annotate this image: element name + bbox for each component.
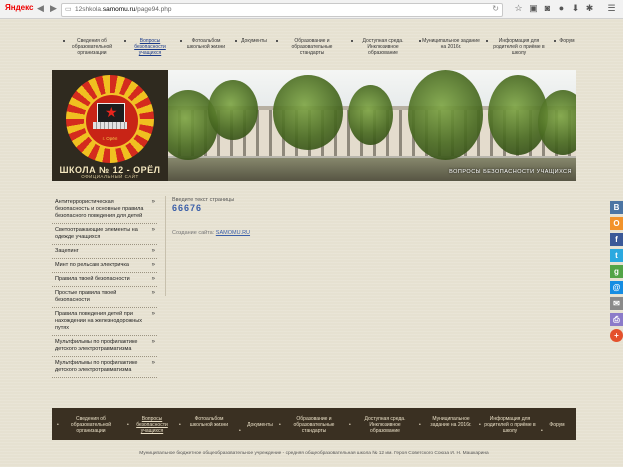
site-header: ★ г. Орёл ШКОЛА № 12 - ОРЁЛ ОФИЦИАЛЬНЫЙ … <box>52 70 576 181</box>
browser-toolbar: Яндекс ◀ ▶ ▭ 12shkola.samomu.ru/page94.p… <box>0 0 623 19</box>
sidebar-menu: Антитеррористическая безопасность и осно… <box>52 196 157 378</box>
sidebar-item-cartoons-2[interactable]: Мультфильмы по профилактике детского эле… <box>52 357 157 378</box>
google-icon[interactable]: g <box>610 265 623 278</box>
sidebar-item-zatseping[interactable]: Зацепинг» <box>52 245 157 259</box>
url-text: 12shkola.samomu.ru/page94.php <box>75 6 172 13</box>
chevron-right-icon: » <box>151 360 155 366</box>
topnav-item-forum[interactable]: Форум <box>554 38 577 44</box>
sidebar-item-antiterror[interactable]: Антитеррористическая безопасность и осно… <box>52 196 157 224</box>
footer-item-forum[interactable]: • Форум <box>541 422 568 434</box>
facebook-icon[interactable]: f <box>610 233 623 246</box>
chevron-right-icon: » <box>151 199 155 205</box>
chevron-right-icon: » <box>151 311 155 317</box>
footer-navigation: • Сведения об образовательной организации… <box>52 408 576 440</box>
vk-icon[interactable]: В <box>610 201 623 214</box>
menu-icon[interactable]: ☰ <box>606 3 617 14</box>
chevron-right-icon: » <box>151 290 155 296</box>
sidebar-item-railway[interactable]: Правила поведения детей при нахождении н… <box>52 308 157 336</box>
reload-icon[interactable]: ↻ <box>492 4 499 13</box>
topnav-item-photo-album[interactable]: Фотоальбом школьной жизни <box>180 38 229 50</box>
header-photo: Вопросы безопасности учащихся <box>168 70 576 181</box>
sidebar-item-cartoons-1[interactable]: Мультфильмы по профилактике детского эле… <box>52 336 157 357</box>
footer-item-parents[interactable]: • Информация для родителей о приёме в шко… <box>479 416 536 434</box>
chevron-right-icon: » <box>151 276 155 282</box>
emblem-icon: ★ г. Орёл <box>66 75 154 163</box>
stop-icon[interactable]: ● <box>556 3 567 14</box>
laptop-icon: ★ <box>93 101 127 131</box>
school-subtitle: ОФИЦИАЛЬНЫЙ САЙТ <box>81 174 139 179</box>
header-caption: Вопросы безопасности учащихся <box>449 169 572 175</box>
sidebar-item-simple-rules[interactable]: Простые правила твоей безопасности» <box>52 287 157 308</box>
back-arrow-icon[interactable]: ◀ <box>35 3 46 14</box>
chevron-right-icon: » <box>151 227 155 233</box>
credit-label: Создание сайта: <box>172 230 215 236</box>
sidebar-item-rules[interactable]: Правила твоей безопасности» <box>52 273 157 287</box>
odnoklassniki-icon[interactable]: О <box>610 217 623 230</box>
star-icon[interactable]: ☆ <box>513 3 524 14</box>
city-label: г. Орёл <box>102 136 118 141</box>
credit-link[interactable]: SAMOMU.RU <box>216 230 250 236</box>
chevron-right-icon: » <box>151 339 155 345</box>
content-number: 66676 <box>172 203 203 213</box>
topnav-item-documents[interactable]: Документы <box>235 38 270 44</box>
content-divider <box>165 196 166 296</box>
footer-item-org-info[interactable]: • Сведения об образовательной организации <box>57 416 120 434</box>
email-icon[interactable]: ✉ <box>610 297 623 310</box>
extension-icon[interactable]: ◙ <box>542 3 553 14</box>
download-icon[interactable]: ⬇ <box>570 3 581 14</box>
topnav-item-safety[interactable]: Вопросы безопасности учащихся <box>124 38 173 56</box>
footer-item-accessible[interactable]: • Доступная среда. Инклюзивное образовани… <box>349 416 416 434</box>
more-icon[interactable]: + <box>610 329 623 342</box>
address-bar[interactable]: ▭ 12shkola.samomu.ru/page94.php ↻ <box>61 3 503 17</box>
settings-icon[interactable]: ✱ <box>584 3 595 14</box>
footer-item-documents[interactable]: • Документы <box>239 422 276 434</box>
copyright-text: Муниципальное бюджетное общеобразователь… <box>139 451 489 456</box>
school-logo[interactable]: ★ г. Орёл ШКОЛА № 12 - ОРЁЛ ОФИЦИАЛЬНЫЙ … <box>52 70 168 181</box>
clipboard-icon[interactable]: ▣ <box>528 3 539 14</box>
mail-icon[interactable]: @ <box>610 281 623 294</box>
topnav-item-education[interactable]: Образование и образовательные стандарты <box>276 38 345 56</box>
footer-item-municipal[interactable]: • Муниципальное задание на 2016г. <box>419 416 478 428</box>
chevron-right-icon: » <box>151 248 155 254</box>
sidebar-item-reflective[interactable]: Светоотражающие элементы на одежде учащи… <box>52 224 157 245</box>
twitter-icon[interactable]: t <box>610 249 623 262</box>
yandex-logo: Яндекс <box>5 3 34 12</box>
forward-arrow-icon[interactable]: ▶ <box>48 3 59 14</box>
footer-item-education[interactable]: • Образование и образовательные стандарты <box>279 416 344 434</box>
print-icon[interactable]: ⎙ <box>610 313 623 326</box>
topnav-item-municipal[interactable]: Муниципальное задание на 2016г. <box>419 38 480 50</box>
sidebar-item-train[interactable]: Минт по рельсам электричка» <box>52 259 157 273</box>
page-icon: ▭ <box>65 6 72 13</box>
site-credit: Создание сайта: SAMOMU.RU <box>172 230 250 236</box>
chevron-right-icon: » <box>151 262 155 268</box>
footer-item-safety[interactable]: • Вопросы безопасности учащихся <box>127 416 172 434</box>
footer-item-photo-album[interactable]: • Фотоальбом школьной жизни <box>179 416 234 428</box>
topnav-item-accessible[interactable]: Доступная среда. Инклюзивное образование <box>351 38 412 56</box>
top-navigation: Сведения об образовательной организации … <box>52 38 576 64</box>
topnav-item-org-info[interactable]: Сведения об образовательной организации <box>63 38 118 56</box>
topnav-item-parents[interactable]: Информация для родителей о приёме в школ… <box>486 38 549 56</box>
